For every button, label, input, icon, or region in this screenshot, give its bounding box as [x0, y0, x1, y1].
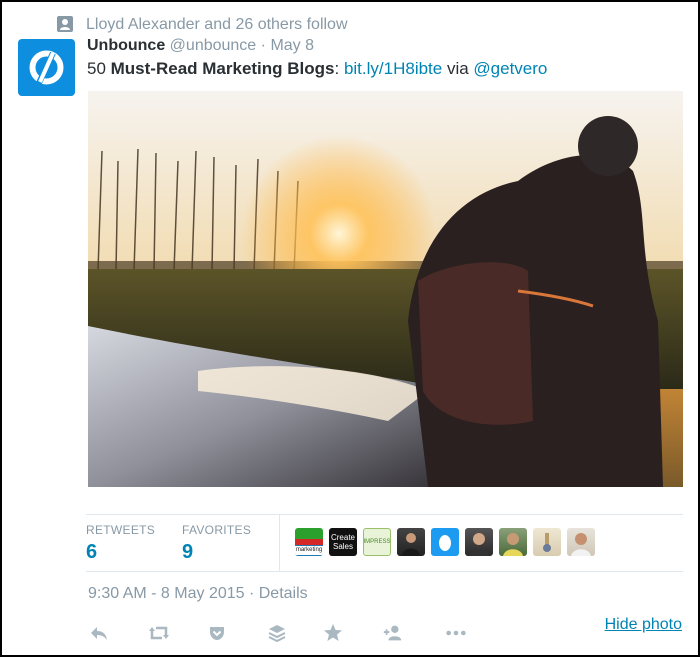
retweets-label: RETWEETS [86, 523, 156, 537]
retweet-icon[interactable] [148, 622, 170, 644]
favoriter-avatar[interactable] [533, 528, 561, 556]
favorites-label: FAVORITES [182, 523, 252, 537]
favoriter-avatar[interactable] [431, 528, 459, 556]
social-context: Lloyd Alexander and 26 others follow [57, 14, 348, 36]
tweet-text-via: via [442, 59, 474, 78]
header-separator: · [260, 37, 266, 54]
unbounce-logo [29, 50, 64, 85]
favoriter-avatar-text: Create Sales [330, 533, 355, 551]
favoriter-avatar[interactable]: IMPRESS [363, 528, 391, 556]
pocket-icon[interactable] [206, 622, 228, 644]
favoriter-avatar[interactable] [499, 528, 527, 556]
avatar[interactable] [18, 39, 75, 96]
author-handle[interactable]: @unbounce [170, 37, 257, 54]
buffer-icon[interactable] [266, 622, 288, 644]
favorites-count: 9 [182, 541, 194, 563]
author-name[interactable]: Unbounce [87, 37, 165, 54]
retweets-count: 6 [86, 541, 98, 563]
reply-icon[interactable] [88, 622, 110, 644]
favoriter-avatar-text: marketing [295, 546, 323, 555]
tweet-mention[interactable]: @getvero [473, 59, 547, 78]
retweets-stat[interactable]: RETWEETS 6 [86, 523, 155, 564]
tweet-timestamp[interactable]: 9:30 AM - 8 May 2015 · Details [88, 585, 308, 603]
favoriter-avatar-text: IMPRESS [363, 538, 391, 545]
tweet-text-bold: Must-Read Marketing Blogs [110, 59, 335, 78]
favoriters-list: marketing Create Sales IMPRESS [295, 528, 595, 558]
tweet-card: Lloyd Alexander and 26 others follow Unb… [2, 2, 698, 655]
hide-photo-link[interactable]: Hide photo [605, 616, 682, 634]
favoriter-avatar[interactable]: marketing [295, 528, 323, 556]
tweet-text: 50 Must-Read Marketing Blogs: bit.ly/1H8… [87, 59, 547, 79]
tweet-header: Unbounce @unbounce · May 8 [87, 37, 314, 59]
favoriter-avatar[interactable] [465, 528, 493, 556]
tweet-stats: RETWEETS 6 FAVORITES 9 marketing Create … [86, 514, 683, 572]
person-icon [57, 16, 73, 32]
favoriter-avatar[interactable] [397, 528, 425, 556]
more-icon[interactable] [445, 622, 467, 644]
tweet-link[interactable]: bit.ly/1H8ibte [344, 59, 442, 78]
social-context-text[interactable]: Lloyd Alexander and 26 others follow [86, 16, 348, 34]
star-icon[interactable] [322, 622, 344, 644]
favorites-stat[interactable]: FAVORITES 9 [182, 523, 251, 564]
tweet-actions [88, 622, 688, 644]
tweet-text-colon: : [334, 59, 344, 78]
tweet-text-prefix: 50 [87, 59, 111, 78]
follow-icon[interactable] [382, 622, 404, 644]
tweet-date[interactable]: May 8 [270, 37, 314, 54]
favoriter-avatar[interactable] [567, 528, 595, 556]
favoriter-avatar[interactable]: Create Sales [329, 528, 357, 556]
stats-divider [279, 515, 280, 571]
tweet-photo[interactable] [88, 91, 683, 487]
